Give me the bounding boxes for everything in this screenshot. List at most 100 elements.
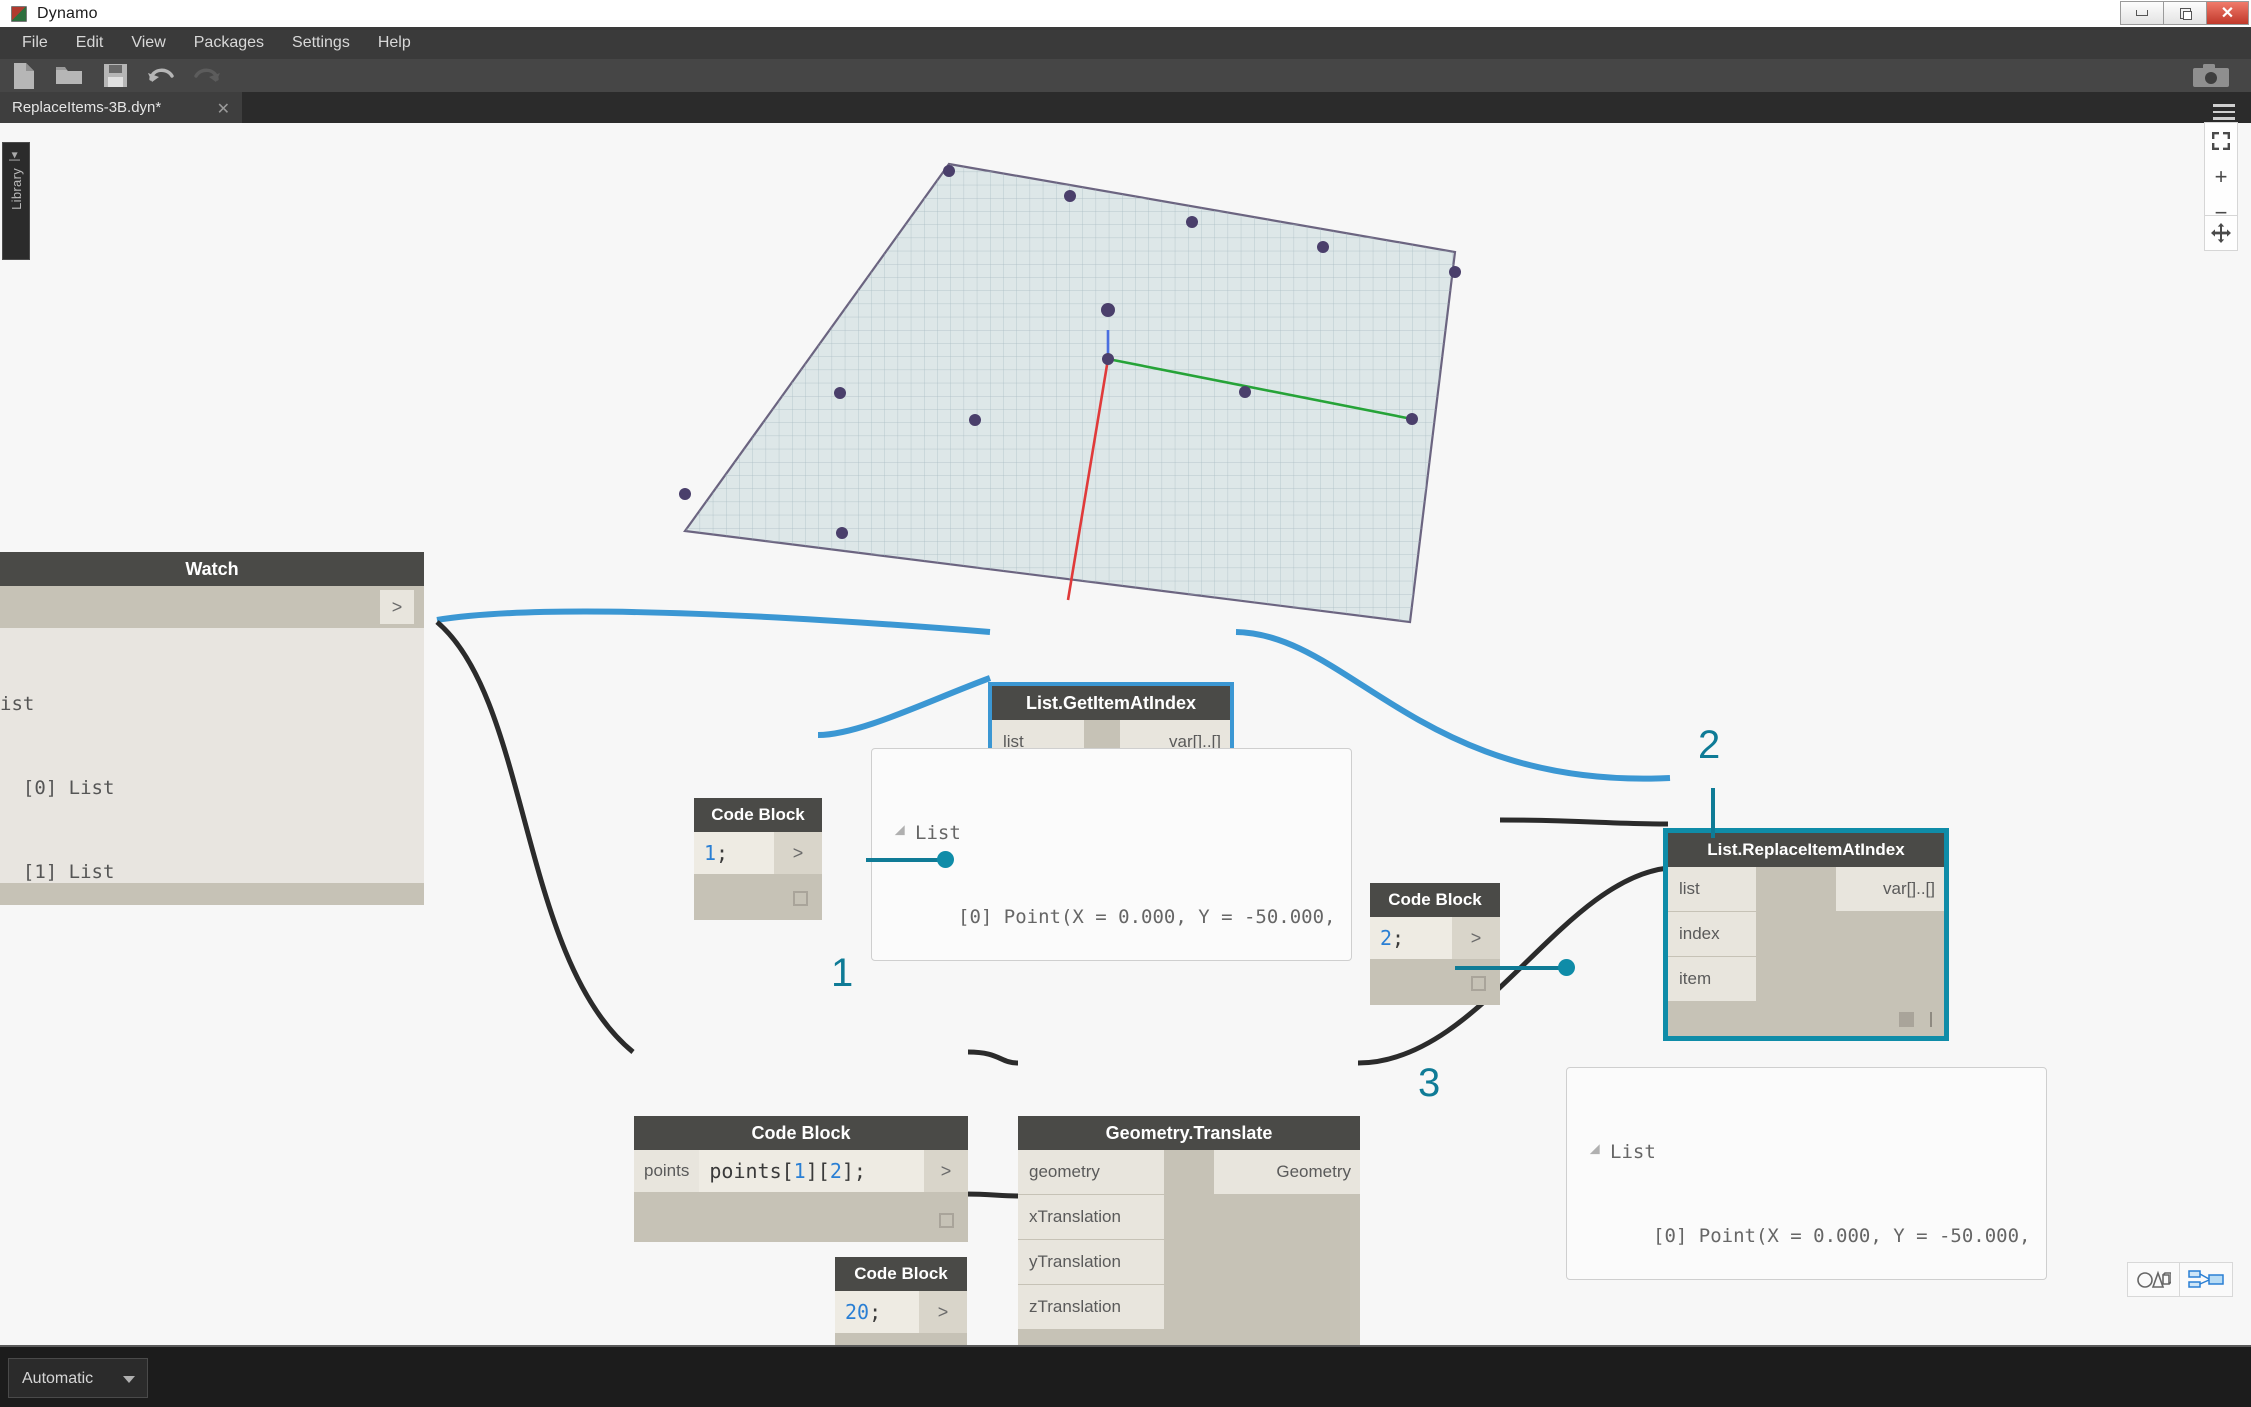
watch-node-footer	[0, 883, 424, 905]
codeblock-row: 2; >	[1370, 917, 1500, 959]
codeblock-code-input[interactable]: 1;	[694, 832, 774, 874]
save-disk-icon[interactable]	[92, 59, 138, 92]
dynamo-logo-icon	[11, 5, 27, 22]
codeblock-index1-node[interactable]: Code Block 1; >	[694, 798, 822, 920]
code-tail: ;	[716, 841, 729, 865]
preview-bubble-3[interactable]: List [0] Point(X = 0.000, Y = -50.000, […	[1566, 1067, 2047, 1280]
freeze-toggle-icon[interactable]	[1899, 1012, 1914, 1027]
list-replaceitematindex-node[interactable]: List.ReplaceItemAtIndex list var[]..[] i…	[1663, 828, 1949, 1041]
dynamo-app-window: Dynamo ✕ File Edit View Packages Setting…	[0, 0, 2251, 1407]
node-title: List.ReplaceItemAtIndex	[1668, 833, 1944, 867]
code-index-2: 2	[829, 1159, 842, 1183]
codeblock-row: 1; >	[694, 832, 822, 874]
port-geometry[interactable]: geometry	[1018, 1150, 1164, 1195]
freeze-toggle-icon[interactable]	[939, 1213, 954, 1228]
port-output[interactable]: >	[924, 1150, 968, 1192]
code-tail: ;	[1392, 926, 1405, 950]
menu-item-file[interactable]: File	[8, 27, 62, 59]
redo-arrow-icon[interactable]	[184, 59, 230, 92]
callout-leader-2	[1711, 788, 1715, 838]
undo-arrow-icon[interactable]	[138, 59, 184, 92]
node-title: List.GetItemAtIndex	[992, 686, 1230, 720]
zoom-to-fit-icon[interactable]	[2204, 123, 2238, 159]
node-footer	[1018, 1330, 1360, 1345]
pan-move-icon[interactable]	[2204, 215, 2238, 251]
port-ytranslation[interactable]: yTranslation	[1018, 1240, 1164, 1285]
node-footer	[634, 1192, 968, 1242]
callout-number-2: 2	[1698, 723, 1721, 767]
codeblock-row: 20; >	[835, 1291, 967, 1333]
port-xtranslation[interactable]: xTranslation	[1018, 1195, 1164, 1240]
callout-leader-3	[1455, 966, 1569, 970]
menu-item-view[interactable]: View	[117, 27, 179, 59]
list-item: [1] List	[0, 861, 115, 883]
menu-item-packages[interactable]: Packages	[180, 27, 278, 59]
port-index[interactable]: index	[1668, 912, 1756, 957]
code-post: ];	[841, 1159, 866, 1183]
preview-root-label: List	[872, 819, 1351, 847]
port-ztranslation[interactable]: zTranslation	[1018, 1285, 1164, 1330]
code-index-1: 1	[793, 1159, 806, 1183]
main-toolbar	[0, 59, 2251, 92]
port-output[interactable]: var[]..[]	[1836, 867, 1944, 912]
watch-expand-chevron[interactable]: >	[380, 590, 414, 624]
port-output[interactable]: >	[919, 1291, 967, 1333]
freeze-toggle-icon[interactable]	[1471, 976, 1486, 991]
title-bar: Dynamo ✕	[0, 0, 2251, 27]
camera-icon[interactable]	[2193, 63, 2229, 89]
app-title: Dynamo	[37, 4, 98, 22]
node-body: points points[1][2]; >	[634, 1150, 968, 1242]
codeblock-code-input[interactable]: 2;	[1370, 917, 1452, 959]
hamburger-menu-icon[interactable]	[2213, 100, 2235, 124]
list-label: List	[1610, 1141, 1656, 1163]
callout-dot-1	[937, 851, 954, 868]
port-item[interactable]: item	[1668, 957, 1756, 1002]
port-output[interactable]: >	[1452, 917, 1500, 959]
callout-leader-1	[866, 858, 944, 862]
run-mode-dropdown[interactable]: Automatic	[8, 1358, 148, 1398]
preview-toggle-icon[interactable]	[1930, 1012, 1932, 1027]
tab-replaceitems-3b[interactable]: ReplaceItems-3B.dyn* ✕	[0, 92, 242, 123]
run-mode-value: Automatic	[22, 1370, 94, 1387]
collapse-triangle-icon[interactable]	[894, 825, 910, 841]
list-item: ist	[0, 693, 35, 715]
codeblock-code-input[interactable]: 20;	[835, 1291, 919, 1333]
menu-item-help[interactable]: Help	[364, 27, 425, 59]
code-pre: points[	[709, 1159, 794, 1183]
graph-node-view-icon[interactable]	[2180, 1262, 2233, 1297]
code-number: 2	[1380, 926, 1393, 950]
minimize-button[interactable]	[2120, 1, 2163, 25]
freeze-toggle-icon[interactable]	[793, 891, 808, 906]
port-points[interactable]: points	[634, 1150, 700, 1192]
node-title: Code Block	[634, 1116, 968, 1150]
port-list[interactable]: list	[1668, 867, 1756, 912]
collapse-triangle-icon[interactable]	[1589, 1144, 1605, 1160]
codeblock-index2-node[interactable]: Code Block 2; >	[1370, 883, 1500, 1005]
callout-number-3: 3	[1418, 1061, 1441, 1105]
close-icon[interactable]: ✕	[217, 99, 230, 119]
codeblock-points-node[interactable]: Code Block points points[1][2]; >	[634, 1116, 968, 1242]
menu-item-edit[interactable]: Edit	[62, 27, 118, 59]
geometry-3d-view-icon[interactable]	[2127, 1262, 2180, 1297]
zoom-in-button[interactable]: +	[2204, 159, 2238, 195]
node-body: 2; >	[1370, 917, 1500, 1005]
sidebar-library-tab[interactable]: ▸| Library	[2, 142, 30, 260]
open-folder-icon[interactable]	[46, 59, 92, 92]
geometry-translate-node[interactable]: Geometry.Translate geometry Geometry xTr…	[1018, 1116, 1360, 1345]
codeblock-20-node[interactable]: Code Block 20; >	[835, 1257, 967, 1345]
port-output[interactable]: Geometry	[1214, 1150, 1360, 1195]
menu-bar: File Edit View Packages Settings Help	[0, 27, 2251, 59]
graph-canvas[interactable]: Watch > ist [0] List [1] List [0] Point(…	[0, 123, 2251, 1345]
menu-item-settings[interactable]: Settings	[278, 27, 364, 59]
codeblock-code-input[interactable]: points[1][2];	[699, 1150, 924, 1192]
port-output[interactable]: >	[774, 832, 822, 874]
node-body: 20; >	[835, 1291, 967, 1345]
chevron-down-icon[interactable]	[123, 1376, 135, 1383]
node-body: list var[]..[] index item	[1668, 867, 1944, 1036]
new-file-icon[interactable]	[0, 59, 46, 92]
restore-button[interactable]	[2163, 1, 2206, 25]
watch-node[interactable]: Watch > ist [0] List [1] List [0] Point(…	[0, 552, 424, 905]
expand-arrow-icon[interactable]: ▸|	[9, 152, 23, 161]
close-button[interactable]: ✕	[2206, 1, 2249, 25]
watch-node-list: ist [0] List [1] List [0] Point(X = 0.00…	[0, 628, 424, 883]
